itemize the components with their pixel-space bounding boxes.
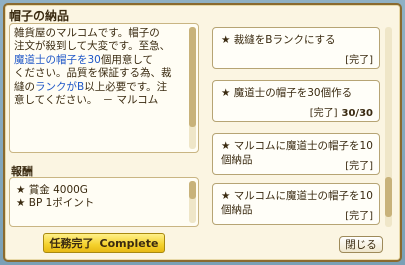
- objective-status: [完了]: [345, 211, 373, 222]
- objective-title: ★ 裁縫をBランクにする: [221, 34, 336, 46]
- quest-window: 帽子の納品 雑貨屋のマルコムです。帽子の 注文が殺到して大変です。至急、 魔道士…: [3, 3, 402, 262]
- close-button[interactable]: 閉じる: [339, 236, 383, 253]
- desc-line-3: 個用意して: [100, 53, 154, 66]
- objective-status: [完了]: [345, 161, 373, 172]
- desc-line-5a: 縫の: [14, 80, 35, 93]
- complete-button-label-en: Complete: [99, 236, 159, 250]
- desc-highlight-rank: ランクがB: [35, 80, 85, 93]
- complete-button[interactable]: 任務完了 Complete: [43, 233, 165, 253]
- objectives-scrollbar[interactable]: [385, 27, 392, 227]
- objective-title: ★ 魔道士の帽子を30個作る: [221, 87, 353, 99]
- desc-highlight-item: 魔道士の帽子を30: [14, 53, 101, 66]
- quest-description-text: 雑貨屋のマルコムです。帽子の 注文が殺到して大変です。至急、 魔道士の帽子を30…: [14, 27, 190, 107]
- objective-progress: 30/30: [341, 108, 373, 119]
- rewards-scroll-thumb[interactable]: [189, 181, 196, 199]
- desc-line-2: 注文が殺到して大変です。至急、: [14, 40, 171, 53]
- objective-status: [完了]: [345, 55, 373, 66]
- reward-bp: ★ BP 1ポイント: [16, 197, 95, 209]
- desc-line-1: 雑貨屋のマルコムです。帽子の: [14, 27, 160, 39]
- desc-line-6: 意してください。 － マルコム: [14, 94, 159, 107]
- rewards-panel: ★ 賞金 4000G ★ BP 1ポイント: [9, 177, 199, 227]
- objective-card: ★ 裁縫をBランクにする [完了]: [212, 27, 380, 69]
- desc-line-5b: 以上必要です。注: [84, 80, 168, 93]
- desc-line-4: ください。品質を保証する為、裁: [14, 67, 172, 80]
- rewards-scrollbar[interactable]: [189, 181, 196, 223]
- objective-card: ★ 魔道士の帽子を30個作る [完了] 30/30: [212, 80, 380, 122]
- complete-button-label-jp: 任務完了: [49, 237, 94, 250]
- objective-status: [完了] 30/30: [309, 108, 373, 119]
- description-scroll-thumb[interactable]: [189, 27, 196, 127]
- objective-card: ★ マルコムに魔道士の帽子を10個納品 [完了]: [212, 183, 380, 225]
- description-scrollbar[interactable]: [189, 27, 196, 149]
- objectives-scroll-thumb[interactable]: [385, 177, 392, 217]
- window-title: 帽子の納品: [9, 9, 70, 23]
- quest-description-panel: 雑貨屋のマルコムです。帽子の 注文が殺到して大変です。至急、 魔道士の帽子を30…: [9, 23, 199, 153]
- objective-card: ★ マルコムに魔道士の帽子を10個納品 [完了]: [212, 133, 380, 175]
